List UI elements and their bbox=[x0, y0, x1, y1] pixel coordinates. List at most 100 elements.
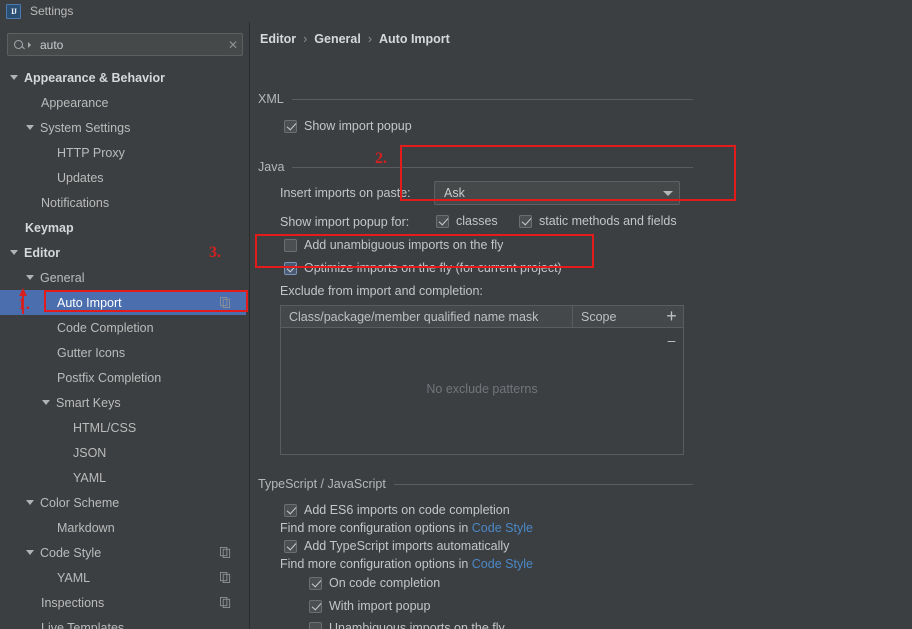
divider bbox=[292, 166, 693, 168]
sidebar-item-notifications[interactable]: Notifications bbox=[0, 190, 249, 215]
checkbox-box[interactable] bbox=[284, 503, 297, 517]
insert-imports-value: Ask bbox=[444, 186, 465, 200]
insert-imports-dropdown[interactable]: Ask bbox=[434, 181, 680, 205]
copy-settings-icon[interactable] bbox=[220, 572, 231, 583]
copy-settings-icon[interactable] bbox=[220, 597, 231, 608]
checkbox-add-unambiguous-imports[interactable]: Add unambiguous imports on the fly bbox=[284, 238, 503, 252]
sidebar-item-json[interactable]: JSON bbox=[0, 440, 249, 465]
search-icon bbox=[13, 38, 27, 52]
tree-spacer-icon bbox=[26, 98, 35, 107]
chevron-down-icon[interactable] bbox=[26, 275, 34, 280]
sidebar-item-label: Markdown bbox=[57, 520, 115, 535]
chevron-down-icon[interactable] bbox=[26, 125, 34, 130]
sidebar-item-label: Postfix Completion bbox=[57, 370, 162, 385]
sidebar-item-system-settings[interactable]: System Settings bbox=[0, 115, 249, 140]
checkbox-label: Add unambiguous imports on the fly bbox=[304, 238, 504, 252]
sidebar-item-smart-keys[interactable]: Smart Keys bbox=[0, 390, 249, 415]
sidebar-item-label: YAML bbox=[57, 570, 91, 585]
checkbox-label: static methods and fields bbox=[539, 214, 677, 228]
clear-search-icon[interactable]: ✕ bbox=[224, 38, 242, 52]
breadcrumb-part-0[interactable]: Editor bbox=[260, 32, 296, 46]
copy-settings-icon[interactable] bbox=[220, 547, 231, 558]
insert-imports-label: Insert imports on paste: bbox=[280, 186, 411, 200]
sidebar-item-auto-import[interactable]: Auto Import bbox=[0, 290, 249, 315]
sidebar-item-yaml[interactable]: YAML bbox=[0, 565, 249, 590]
show-import-popup-label: Show import popup for: bbox=[280, 215, 410, 229]
sidebar-item-label: Editor bbox=[24, 245, 61, 260]
divider bbox=[393, 483, 693, 485]
sidebar-item-label: Color Scheme bbox=[40, 495, 120, 510]
sidebar-item-label: Appearance & Behavior bbox=[24, 70, 166, 85]
sidebar-item-live-templates[interactable]: Live Templates bbox=[0, 615, 249, 629]
sidebar-item-keymap[interactable]: Keymap bbox=[0, 215, 249, 240]
code-style-link[interactable]: Code Style bbox=[472, 521, 533, 535]
sidebar-item-appearance-behavior[interactable]: Appearance & Behavior bbox=[0, 65, 249, 90]
checkbox-box[interactable] bbox=[519, 214, 532, 228]
sidebar-item-general[interactable]: General bbox=[0, 265, 249, 290]
checkbox-popup-classes[interactable]: classes bbox=[436, 214, 498, 228]
sidebar-item-code-completion[interactable]: Code Completion bbox=[0, 315, 249, 340]
checkbox-label: On code completion bbox=[329, 576, 441, 590]
checkbox-box[interactable] bbox=[284, 261, 297, 275]
search-box[interactable]: ✕ bbox=[7, 33, 243, 56]
breadcrumb-part-2[interactable]: Auto Import bbox=[379, 32, 450, 46]
breadcrumb: Editor › General › Auto Import bbox=[260, 32, 450, 46]
checkbox-with-import-popup[interactable]: With import popup bbox=[309, 599, 430, 613]
sidebar-item-label: Updates bbox=[57, 170, 104, 185]
sidebar-item-yaml[interactable]: YAML bbox=[0, 465, 249, 490]
checkbox-add-typescript-imports[interactable]: Add TypeScript imports automatically bbox=[284, 539, 509, 553]
checkbox-box[interactable] bbox=[436, 214, 449, 228]
checkbox-label: With import popup bbox=[329, 599, 431, 613]
checkbox-label: Add TypeScript imports automatically bbox=[304, 539, 510, 553]
table-toolbar: + – bbox=[659, 305, 684, 455]
checkbox-add-es6-imports[interactable]: Add ES6 imports on code completion bbox=[284, 503, 510, 517]
sidebar-item-code-style[interactable]: Code Style bbox=[0, 540, 249, 565]
checkbox-show-import-popup-xml[interactable]: Show import popup bbox=[284, 119, 412, 133]
sidebar-item-html-css[interactable]: HTML/CSS bbox=[0, 415, 249, 440]
sidebar-item-appearance[interactable]: Appearance bbox=[0, 90, 249, 115]
checkbox-box[interactable] bbox=[309, 621, 322, 629]
sidebar-item-inspections[interactable]: Inspections bbox=[0, 590, 249, 615]
column-header-mask[interactable]: Class/package/member qualified name mask bbox=[281, 306, 573, 327]
sidebar-item-color-scheme[interactable]: Color Scheme bbox=[0, 490, 249, 515]
table-empty-text: No exclude patterns bbox=[426, 382, 538, 396]
tree-spacer-icon bbox=[42, 573, 51, 582]
chevron-down-icon[interactable] bbox=[10, 75, 18, 80]
checkbox-unambiguous-imports-fly[interactable]: Unambiguous imports on the fly bbox=[309, 621, 505, 629]
add-pattern-button[interactable]: + bbox=[659, 305, 684, 327]
remove-pattern-button[interactable]: – bbox=[659, 327, 684, 353]
chevron-down-icon[interactable] bbox=[10, 250, 18, 255]
sidebar-item-label: Notifications bbox=[41, 195, 110, 210]
checkbox-box[interactable] bbox=[284, 539, 297, 553]
sidebar-item-markdown[interactable]: Markdown bbox=[0, 515, 249, 540]
exclude-patterns-table[interactable]: Class/package/member qualified name mask… bbox=[280, 305, 684, 455]
sidebar-item-updates[interactable]: Updates bbox=[0, 165, 249, 190]
chevron-down-icon[interactable] bbox=[42, 400, 50, 405]
checkbox-optimize-imports[interactable]: Optimize imports on the fly (for current… bbox=[284, 261, 562, 275]
sidebar-item-gutter-icons[interactable]: Gutter Icons bbox=[0, 340, 249, 365]
sidebar-item-label: Smart Keys bbox=[56, 395, 121, 410]
checkbox-on-code-completion[interactable]: On code completion bbox=[309, 576, 440, 590]
sidebar-item-postfix-completion[interactable]: Postfix Completion bbox=[0, 365, 249, 390]
checkbox-box[interactable] bbox=[309, 576, 322, 590]
checkbox-box[interactable] bbox=[284, 238, 297, 252]
tree-spacer-icon bbox=[58, 423, 67, 432]
checkbox-popup-static-methods[interactable]: static methods and fields bbox=[519, 214, 677, 228]
copy-settings-icon[interactable] bbox=[220, 297, 231, 308]
sidebar-scrollbar[interactable] bbox=[246, 22, 249, 629]
tree-spacer-icon bbox=[26, 598, 35, 607]
settings-content: Editor › General › Auto Import XML Show impo… bbox=[250, 22, 912, 629]
checkbox-box[interactable] bbox=[309, 599, 322, 613]
checkbox-label: Optimize imports on the fly (for current… bbox=[304, 261, 562, 275]
settings-dialog: IJ Settings ✕ Appearance & BehaviorAppea… bbox=[0, 0, 912, 629]
tree-spacer-icon bbox=[42, 173, 51, 182]
checkbox-box[interactable] bbox=[284, 119, 297, 133]
sidebar-item-label: System Settings bbox=[40, 120, 131, 135]
breadcrumb-part-1[interactable]: General bbox=[314, 32, 361, 46]
code-style-link[interactable]: Code Style bbox=[472, 557, 533, 571]
sidebar-item-http-proxy[interactable]: HTTP Proxy bbox=[0, 140, 249, 165]
chevron-down-icon[interactable] bbox=[26, 500, 34, 505]
sidebar-item-label: JSON bbox=[73, 445, 107, 460]
search-input[interactable] bbox=[40, 37, 224, 52]
chevron-down-icon[interactable] bbox=[26, 550, 34, 555]
